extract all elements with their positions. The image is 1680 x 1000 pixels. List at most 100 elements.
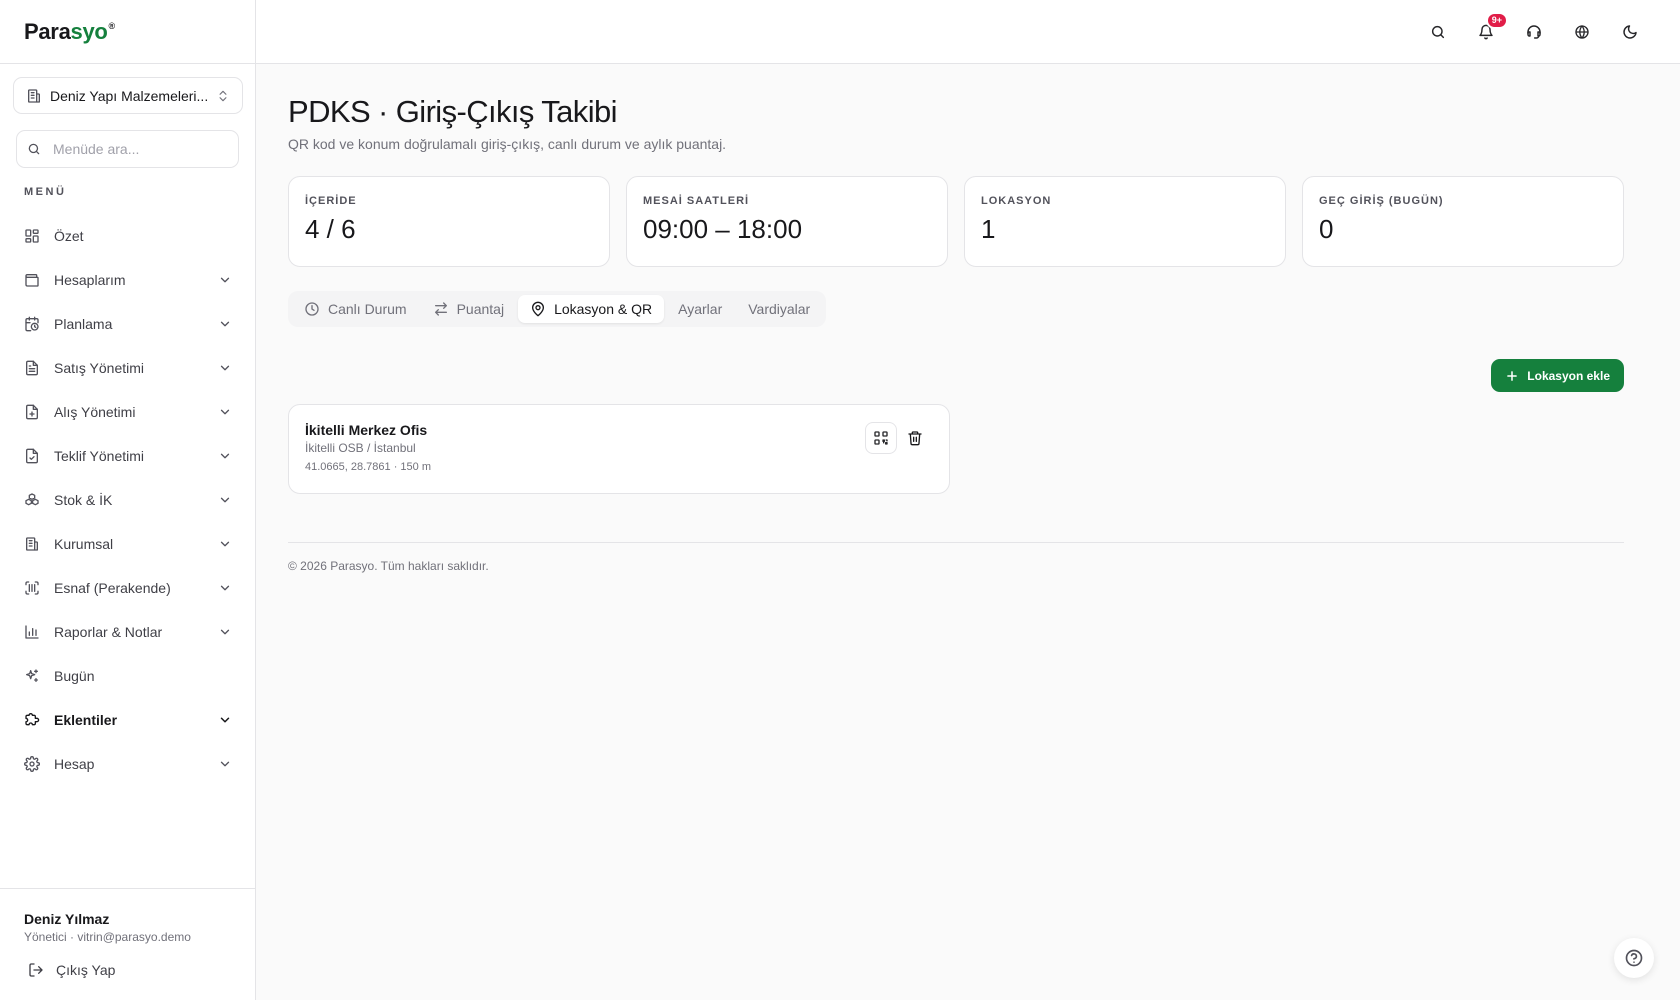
support-button[interactable] (1520, 18, 1548, 46)
chevron-down-icon (218, 537, 232, 551)
dashboard-icon (24, 228, 40, 244)
clock-icon (304, 301, 320, 317)
chevron-down-icon (218, 713, 232, 727)
gear-icon (24, 756, 40, 772)
page-title: PDKS · Giriş-Çıkış Takibi (288, 94, 618, 129)
sidebar-item-kurumsal[interactable]: Kurumsal (12, 522, 244, 566)
stat-label: MESAİ SAATLERİ (643, 195, 750, 207)
tab-label: Vardiyalar (748, 301, 811, 317)
sidebar-item-label: Eklentiler (54, 712, 118, 728)
user-name: Deniz Yılmaz (24, 911, 110, 927)
sidebar-item-label: Özet (54, 228, 84, 244)
search-icon (27, 142, 41, 156)
sparkles-icon (24, 668, 40, 684)
logout-icon (28, 962, 44, 978)
sidebar-item-label: Planlama (54, 316, 113, 332)
tab-label: Ayarlar (678, 301, 723, 317)
stat-label: GEÇ GİRİŞ (BUGÜN) (1319, 195, 1444, 207)
chevron-down-icon (218, 581, 232, 595)
location-card: İkitelli Merkez Ofis İkitelli OSB / İsta… (288, 404, 950, 494)
stat-card-late-entries: GEÇ GİRİŞ (BUGÜN) 0 (1302, 176, 1624, 267)
sidebar: Para syo ® Deniz Yapı Malzemeleri... MENÜ … (0, 0, 256, 1000)
sidebar-item-stok-ik[interactable]: Stok & İK (12, 478, 244, 522)
sidebar-item-planlama[interactable]: Planlama (12, 302, 244, 346)
tab-label: Lokasyon & QR (554, 301, 653, 317)
sidebar-item-label: Bugün (54, 668, 95, 684)
sidebar-item-satis-yonetimi[interactable]: Satış Yönetimi (12, 346, 244, 390)
chevron-down-icon (218, 273, 232, 287)
add-location-row: Lokasyon ekle (288, 359, 1624, 392)
sidebar-item-raporlar-notlar[interactable]: Raporlar & Notlar (12, 610, 244, 654)
sidebar-item-teklif-yonetimi[interactable]: Teklif Yönetimi (12, 434, 244, 478)
sidebar-item-label: Stok & İK (54, 492, 113, 508)
menu-section-title: MENÜ (24, 186, 67, 198)
calendar-clock-icon (24, 316, 40, 332)
footer: © 2026 Parasyo. Tüm hakları saklıdır. (288, 542, 1624, 573)
tab-location-qr[interactable]: Lokasyon & QR (518, 295, 665, 323)
sidebar-item-label: Alış Yönetimi (54, 404, 136, 420)
tab-attendance[interactable]: Puantaj (421, 295, 516, 323)
chevron-down-icon (218, 493, 232, 507)
moon-icon (1622, 24, 1638, 40)
tab-label: Canlı Durum (328, 301, 407, 317)
sidebar-item-ozet[interactable]: Özet (12, 214, 244, 258)
location-address: İkitelli OSB / İstanbul (305, 441, 416, 455)
location-name: İkitelli Merkez Ofis (305, 422, 428, 438)
main-content: PDKS · Giriş-Çıkış Takibi QR kod ve konu… (288, 64, 1624, 573)
chevron-down-icon (218, 449, 232, 463)
sidebar-item-alis-yonetimi[interactable]: Alış Yönetimi (12, 390, 244, 434)
topbar: 9+ (256, 0, 1680, 64)
chevron-down-icon (218, 317, 232, 331)
help-circle-icon (1624, 948, 1644, 968)
stats-row: İÇERİDE 4 / 6 MESAİ SAATLERİ 09:00 – 18:… (288, 176, 1624, 267)
brand-part1: Para (24, 18, 71, 44)
tab-bar: Canlı Durum Puantaj Lokasyon & QR Ayarla… (288, 291, 827, 327)
brand-part2: syo (70, 18, 108, 44)
file-plus-icon (24, 404, 40, 420)
tab-shifts[interactable]: Vardiyalar (736, 295, 822, 323)
stat-value: 4 / 6 (305, 214, 356, 244)
user-panel: Deniz Yılmaz Yönetici · vitrin@parasyo.d… (0, 888, 256, 1000)
stat-value: 1 (981, 214, 996, 244)
sidebar-item-label: Kurumsal (54, 536, 114, 552)
chevron-down-icon (218, 757, 232, 771)
plus-icon (1505, 369, 1519, 383)
show-qr-button[interactable] (865, 422, 897, 454)
stat-value: 0 (1319, 214, 1334, 244)
user-meta: Yönetici · vitrin@parasyo.demo (24, 930, 191, 944)
tab-live-status[interactable]: Canlı Durum (292, 295, 419, 323)
company-switcher[interactable]: Deniz Yapı Malzemeleri... (13, 77, 243, 114)
tab-settings[interactable]: Ayarlar (666, 295, 734, 323)
search-icon (1430, 24, 1446, 40)
sidebar-item-hesap[interactable]: Hesap (12, 742, 244, 786)
search-button[interactable] (1424, 18, 1452, 46)
qr-code-icon (873, 430, 889, 446)
add-location-button[interactable]: Lokasyon ekle (1491, 359, 1624, 392)
sidebar-item-eklentiler[interactable]: Eklentiler (12, 698, 244, 742)
boxes-icon (24, 492, 40, 508)
swap-arrows-icon (433, 301, 449, 317)
sidebar-item-bugun[interactable]: Bugün (12, 654, 244, 698)
barcode-scan-icon (24, 580, 40, 596)
menu-search-input[interactable] (53, 141, 213, 157)
sidebar-item-hesaplarim[interactable]: Hesaplarım (12, 258, 244, 302)
globe-icon (1574, 24, 1590, 40)
theme-toggle-button[interactable] (1616, 18, 1644, 46)
chevron-down-icon (218, 361, 232, 375)
company-name: Deniz Yapı Malzemeleri... (50, 87, 208, 104)
sidebar-item-label: Raporlar & Notlar (54, 624, 163, 640)
tab-label: Puantaj (456, 301, 505, 317)
chevron-down-icon (218, 405, 232, 419)
wallet-icon (24, 272, 40, 288)
help-button[interactable] (1614, 938, 1654, 978)
delete-location-button[interactable] (899, 422, 931, 454)
language-button[interactable] (1568, 18, 1596, 46)
logout-button[interactable]: Çıkış Yap (28, 962, 232, 978)
stat-card-locations: LOKASYON 1 (964, 176, 1286, 267)
page-subtitle: QR kod ve konum doğrulamalı giriş-çıkış,… (288, 136, 727, 152)
brand-mark: ® (108, 20, 116, 31)
brand-logo[interactable]: Para syo ® (0, 0, 255, 64)
sidebar-item-esnaf[interactable]: Esnaf (Perakende) (12, 566, 244, 610)
map-pin-icon (530, 301, 546, 317)
notifications-button[interactable]: 9+ (1472, 12, 1508, 46)
